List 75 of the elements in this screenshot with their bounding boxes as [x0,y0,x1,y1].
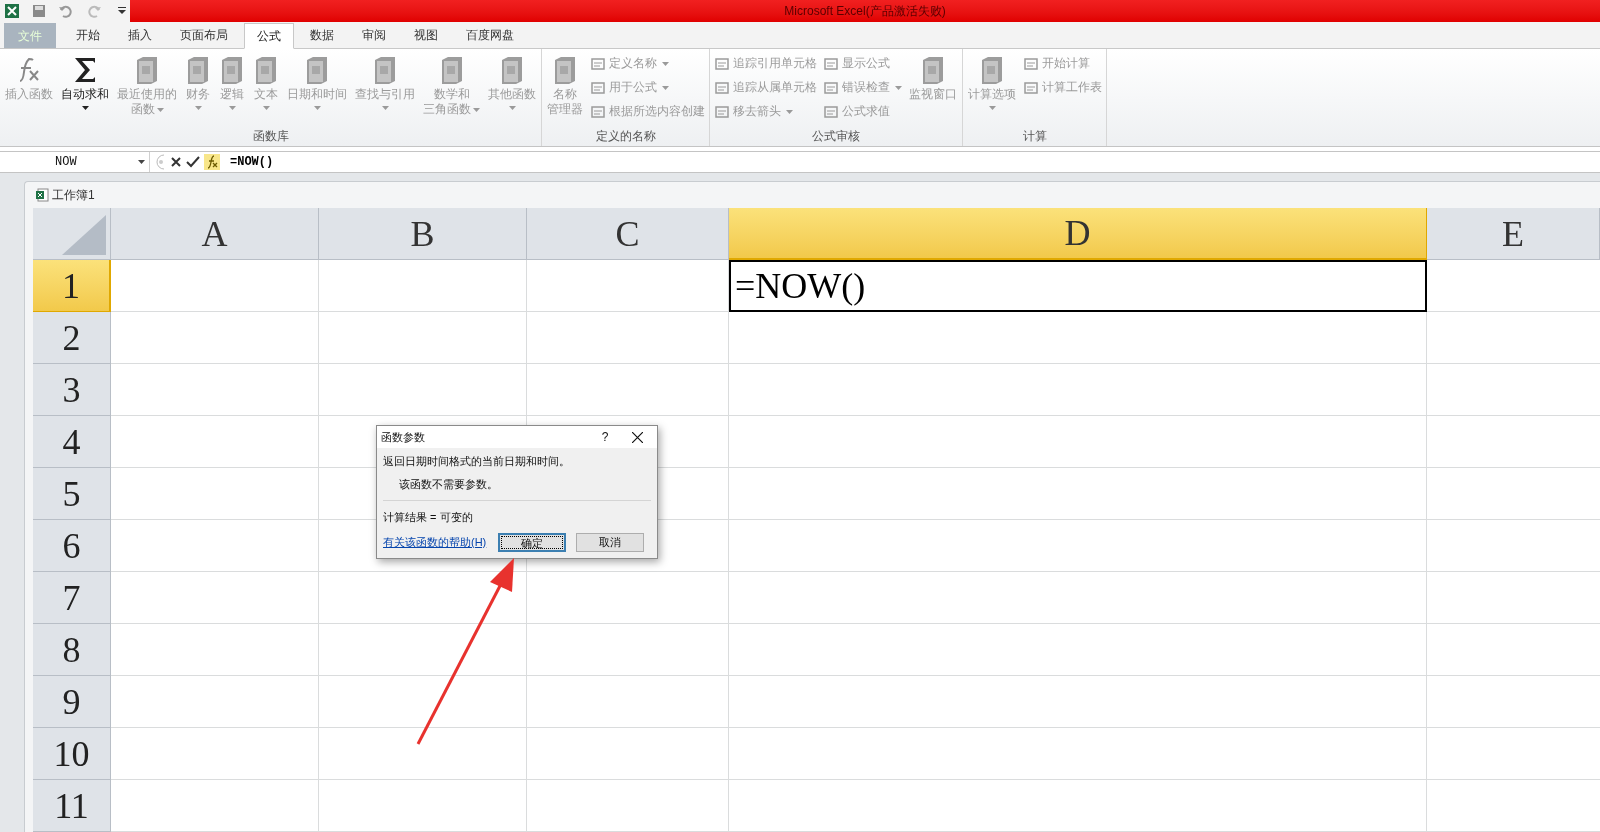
row-header[interactable]: 8 [33,624,111,676]
note-text: 该函数不需要参数。 [398,476,499,492]
document-icon [714,56,730,72]
row-header[interactable]: 6 [33,520,111,572]
column-header[interactable]: D [729,208,1427,260]
undo-icon [58,4,72,18]
excel-logo-icon [4,3,20,19]
save-icon [32,4,46,18]
ribbon-tab[interactable]: 百度网盘 [454,22,526,48]
ribbon-tab[interactable]: 视图 [402,22,450,48]
group-label: 计算 [1021,129,1048,144]
book-icon [372,55,398,85]
book-icon [304,55,330,85]
group-label: 公式审核 [811,129,861,144]
document-icon [823,56,839,72]
table-cell[interactable]: =NOW() [729,260,1427,312]
sigma-icon [73,57,97,83]
column-header[interactable]: B [319,208,527,260]
cancel-icon [170,156,182,168]
document-icon [590,80,606,96]
group-label: 定义的名称 [594,129,657,144]
check-icon [186,156,200,168]
ribbon-tab[interactable]: 数据 [298,22,346,48]
row-header[interactable]: 3 [33,364,111,416]
dialog-button[interactable]: 确定 [498,532,567,552]
window-title: Microsoft Excel(产品激活失败) [784,3,946,20]
function-icon [17,57,41,83]
book-icon [552,55,578,85]
insert-function-icon [204,154,220,170]
ribbon-button[interactable]: 自动求和 [58,53,112,110]
close-icon [631,431,643,443]
document-icon [823,104,839,120]
book-icon [920,55,946,85]
book-icon [979,55,1005,85]
ribbon-tab[interactable]: 公式 [244,23,294,49]
row-header[interactable]: 5 [33,468,111,520]
help-button[interactable]: ? [593,428,617,446]
formula-text[interactable]: =NOW() [230,153,274,171]
description-text: 返回日期时间格式的当前日期和时间。 [382,454,571,469]
row-header[interactable]: 2 [33,312,111,364]
row-header[interactable]: 10 [33,728,111,780]
document-icon [590,56,606,72]
row-header[interactable]: 9 [33,676,111,728]
document-icon [1023,80,1039,96]
row-header[interactable]: 7 [33,572,111,624]
name-box[interactable]: NOW [0,152,150,172]
book-icon [134,55,160,85]
help-link[interactable]: 有关该函数的帮助(H) [383,533,487,551]
group-label: 函数库 [251,129,290,144]
workbook-title: 工作簿1 [52,187,95,204]
ribbon-tab[interactable]: 开始 [64,22,112,48]
dialog-title: 函数参数 [381,429,426,445]
dialog-button[interactable]: 取消 [576,532,645,552]
column-header[interactable]: A [111,208,319,260]
ribbon-tab[interactable]: 页面布局 [168,22,240,48]
book-icon [499,55,525,85]
document-icon [823,80,839,96]
book-icon [219,55,245,85]
book-icon [253,55,279,85]
document-icon [714,80,730,96]
ribbon-tab[interactable]: 插入 [116,22,164,48]
customize-icon [118,6,126,16]
book-icon [185,55,211,85]
row-header[interactable]: 1 [33,260,111,312]
redo-icon [88,4,102,18]
column-header[interactable]: E [1427,208,1600,260]
document-icon [714,104,730,120]
document-icon [590,104,606,120]
row-header[interactable]: 4 [33,416,111,468]
row-header[interactable]: 11 [33,780,111,832]
workbook-icon [35,188,49,202]
result-text: 计算结果 = 可变的 [382,510,474,525]
document-icon [1023,56,1039,72]
column-header[interactable]: C [527,208,729,260]
ribbon-tab[interactable]: 审阅 [350,22,398,48]
